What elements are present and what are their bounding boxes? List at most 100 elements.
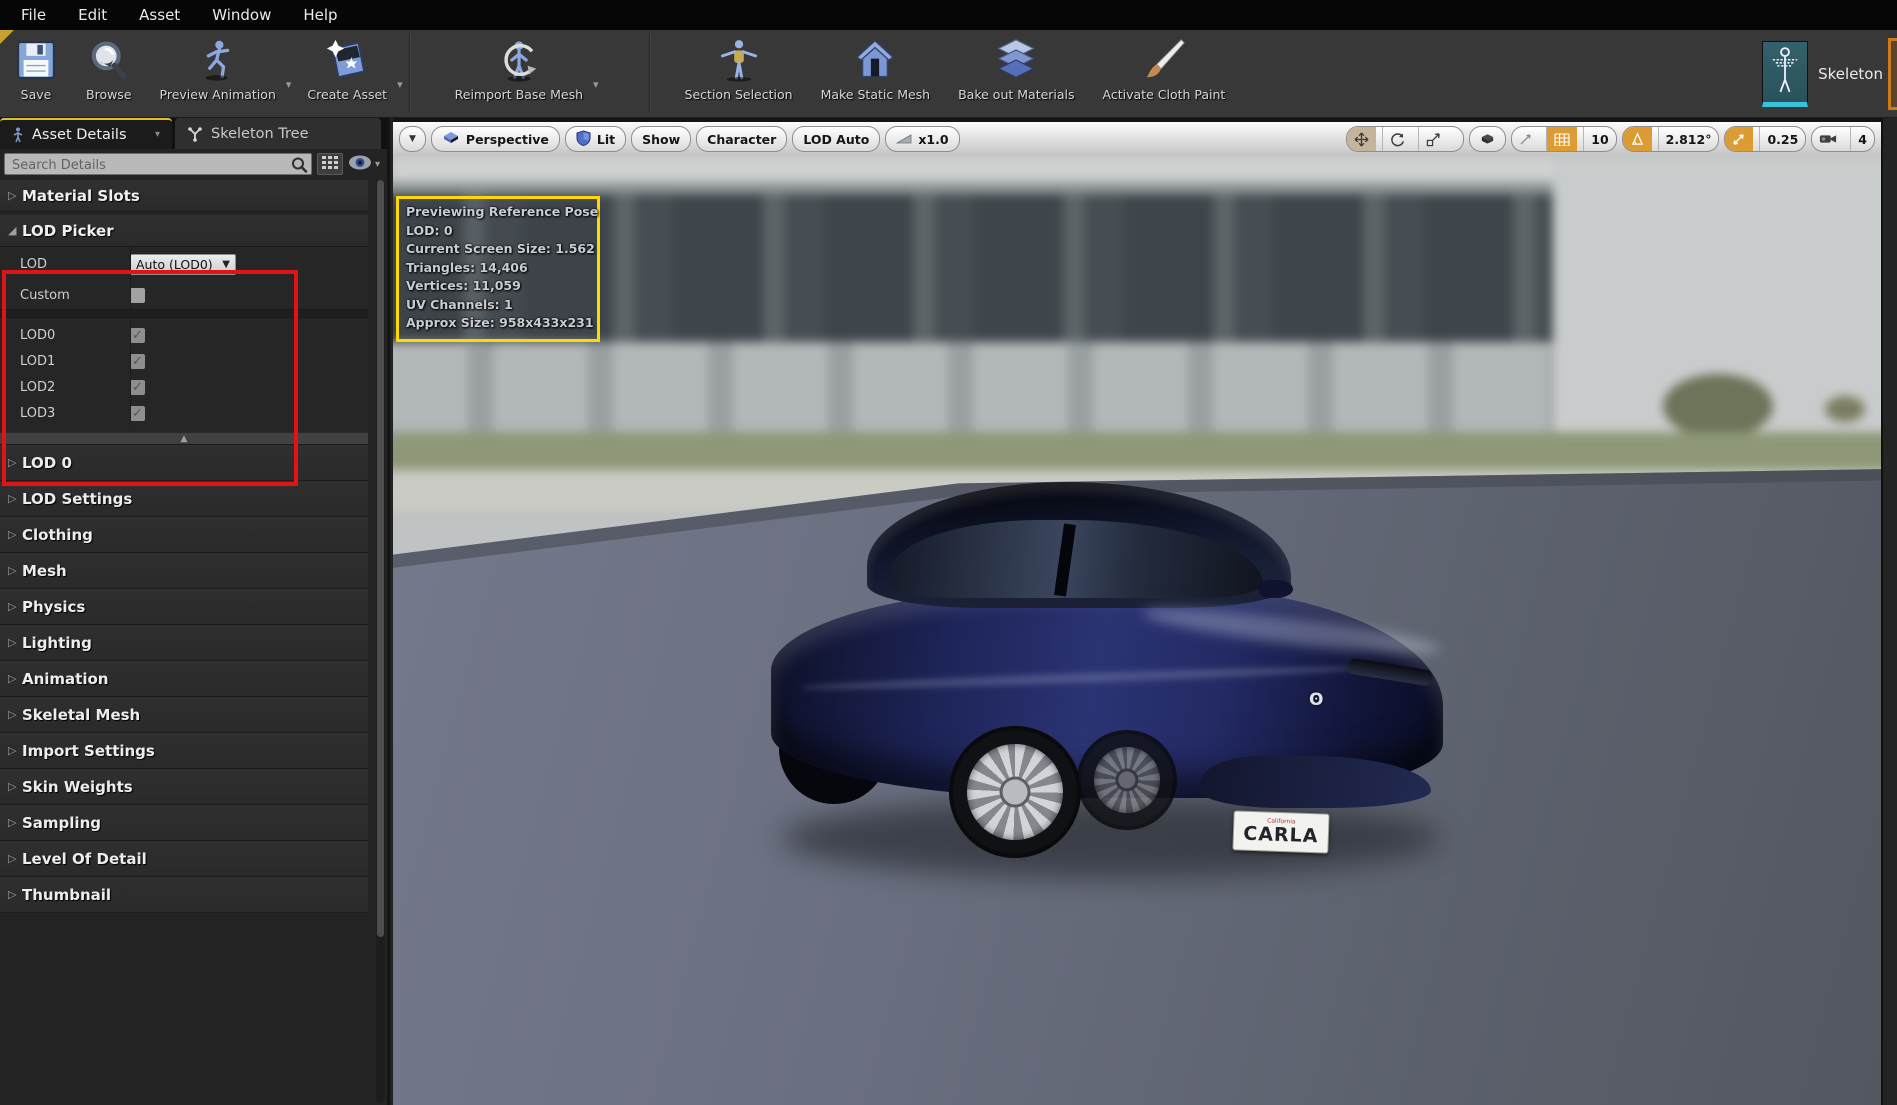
lod-picker-body: LOD Auto (LOD0) ▼ Custom LOD0 ✓ LOD1 (0, 247, 368, 432)
scale-snap-icon[interactable] (1725, 127, 1753, 151)
grid-snap-value[interactable]: 10 (1583, 127, 1615, 151)
asset-switcher[interactable]: Skeleton (1762, 30, 1897, 117)
section-level-of-detail[interactable]: ▷ Level Of Detail (0, 841, 368, 877)
details-property-list: ▷ Material Slots ◢ LOD Picker LOD Auto (… (0, 180, 368, 1105)
asset-details-figure-icon (12, 127, 24, 143)
next-asset-thumb-edge[interactable] (1888, 38, 1897, 110)
collapsed-arrow-icon: ▷ (8, 672, 22, 685)
running-figure-icon (196, 34, 240, 86)
show-menu-button[interactable]: Show (631, 126, 691, 152)
camera-speed-value[interactable]: 4 (1850, 127, 1874, 151)
section-lighting[interactable]: ▷ Lighting (0, 625, 368, 661)
custom-checkbox[interactable] (130, 288, 145, 303)
view-options-button[interactable]: ▾ (348, 155, 380, 174)
viewport-scene[interactable]: ʘ California CARLA Previewing Reference … (393, 156, 1881, 1105)
lod3-checkbox[interactable]: ✓ (130, 406, 145, 421)
display-filter-button[interactable] (317, 153, 343, 175)
rotation-snap-value[interactable]: 2.812° (1658, 127, 1719, 151)
lod2-checkbox[interactable]: ✓ (130, 380, 145, 395)
viewport-options-button[interactable]: ▼ (399, 126, 426, 152)
activate-cloth-paint-button[interactable]: Activate Cloth Paint (1089, 30, 1240, 117)
perspective-button[interactable]: Perspective (431, 126, 560, 152)
tesla-logo: ʘ (1309, 690, 1323, 710)
section-physics[interactable]: ▷ Physics (0, 589, 368, 625)
lod0-row: LOD0 ✓ (0, 322, 368, 348)
bake-out-materials-button[interactable]: Bake out Materials (944, 30, 1088, 117)
translate-tool-icon[interactable] (1347, 127, 1376, 151)
menu-file[interactable]: File (10, 6, 67, 24)
collapsed-arrow-icon: ▷ (8, 492, 22, 505)
carla-vehicle-mesh[interactable]: ʘ California CARLA (771, 468, 1461, 898)
lod0-checkbox[interactable]: ✓ (130, 328, 145, 343)
chevron-down-icon: ▼ (409, 134, 416, 144)
menu-asset[interactable]: Asset (128, 6, 201, 24)
lod3-row: LOD3 ✓ (0, 400, 368, 426)
reimport-dropdown-icon[interactable]: ▾ (593, 78, 599, 91)
scrollbar-thumb[interactable] (377, 180, 384, 937)
custom-row: Custom (0, 281, 368, 309)
lod-auto-button[interactable]: LOD Auto (792, 126, 880, 152)
section-skin-weights[interactable]: ▷ Skin Weights (0, 769, 368, 805)
skeleton-icon (1762, 41, 1808, 107)
section-mesh[interactable]: ▷ Mesh (0, 553, 368, 589)
tab-asset-details[interactable]: Asset Details ▾ (0, 118, 172, 149)
tree-blur (1663, 374, 1773, 438)
menu-help[interactable]: Help (292, 6, 358, 24)
main-toolbar: Save Browse Preview Animation ▾ Create A… (0, 30, 1897, 118)
section-sampling[interactable]: ▷ Sampling (0, 805, 368, 841)
create-asset-dropdown-icon[interactable]: ▾ (397, 78, 403, 91)
preview-viewport[interactable]: ▼ Perspective Lit Show Character (393, 118, 1881, 1105)
section-skeletal-mesh[interactable]: ▷ Skeletal Mesh (0, 697, 368, 733)
rotation-snap-icon[interactable] (1623, 127, 1652, 151)
search-input[interactable] (5, 156, 311, 176)
reimport-base-mesh-button[interactable]: Reimport Base Mesh (415, 30, 597, 117)
lod-select-dropdown[interactable]: Auto (LOD0) ▼ (130, 254, 236, 275)
viewport-toolbar: ▼ Perspective Lit Show Character (393, 122, 1881, 156)
section-animation[interactable]: ▷ Animation (0, 661, 368, 697)
section-lod-settings[interactable]: ▷ LOD Settings (0, 481, 368, 517)
category-lod-picker[interactable]: ◢ LOD Picker (0, 215, 368, 247)
tab-skeleton-tree[interactable]: Skeleton Tree (175, 118, 381, 149)
collapsed-arrow-icon: ▷ (8, 564, 22, 577)
menu-window[interactable]: Window (201, 6, 292, 24)
car-side-mirror (1259, 580, 1293, 598)
right-panel-edge (1881, 118, 1897, 1105)
transform-tools-group (1346, 126, 1464, 152)
section-lod-0[interactable]: ▷ LOD 0 (0, 445, 368, 481)
preview-animation-dropdown-icon[interactable]: ▾ (286, 78, 292, 91)
grid-snap-toggle-icon[interactable] (1512, 127, 1540, 151)
scale-tool-icon[interactable] (1418, 127, 1448, 151)
section-thumbnail[interactable]: ▷ Thumbnail (0, 877, 368, 913)
left-panel-scrollbar[interactable] (376, 180, 385, 1103)
lit-mode-button[interactable]: Lit (565, 126, 626, 152)
grid-snap-icon[interactable] (1546, 127, 1577, 151)
make-static-mesh-button[interactable]: Make Static Mesh (807, 30, 945, 117)
camera-speed-icon[interactable] (1812, 127, 1844, 151)
section-import-settings[interactable]: ▷ Import Settings (0, 733, 368, 769)
asset-star-icon (324, 34, 370, 86)
search-row: ▾ (0, 151, 387, 177)
asset-switcher-label: Skeleton (1818, 65, 1883, 83)
rotate-tool-icon[interactable] (1382, 127, 1412, 151)
browse-button[interactable]: Browse (72, 30, 146, 117)
lit-shield-icon (576, 130, 591, 149)
lod1-checkbox[interactable]: ✓ (130, 354, 145, 369)
skeletal-mesh-editor-window: File Edit Asset Window Help Save Browse … (0, 0, 1897, 1105)
collapsed-arrow-icon: ▷ (8, 816, 22, 829)
section-clothing[interactable]: ▷ Clothing (0, 517, 368, 553)
toolbar-separator (649, 34, 651, 113)
tab-dropdown-icon[interactable]: ▾ (155, 129, 160, 140)
divider (0, 309, 368, 318)
create-asset-button[interactable]: Create Asset (293, 30, 401, 117)
lod1-row: LOD1 ✓ (0, 348, 368, 374)
section-selection-button[interactable]: Section Selection (655, 30, 807, 117)
character-menu-button[interactable]: Character (696, 126, 787, 152)
menu-edit[interactable]: Edit (67, 6, 128, 24)
front-wheel (949, 726, 1081, 858)
screen-size-button[interactable]: x1.0 (885, 126, 959, 152)
preview-animation-button[interactable]: Preview Animation (146, 30, 290, 117)
surface-snapping-button[interactable] (1469, 126, 1506, 152)
collapse-handle[interactable]: ▲ (0, 432, 368, 445)
category-material-slots[interactable]: ▷ Material Slots (0, 180, 368, 212)
scale-snap-value[interactable]: 0.25 (1759, 127, 1805, 151)
